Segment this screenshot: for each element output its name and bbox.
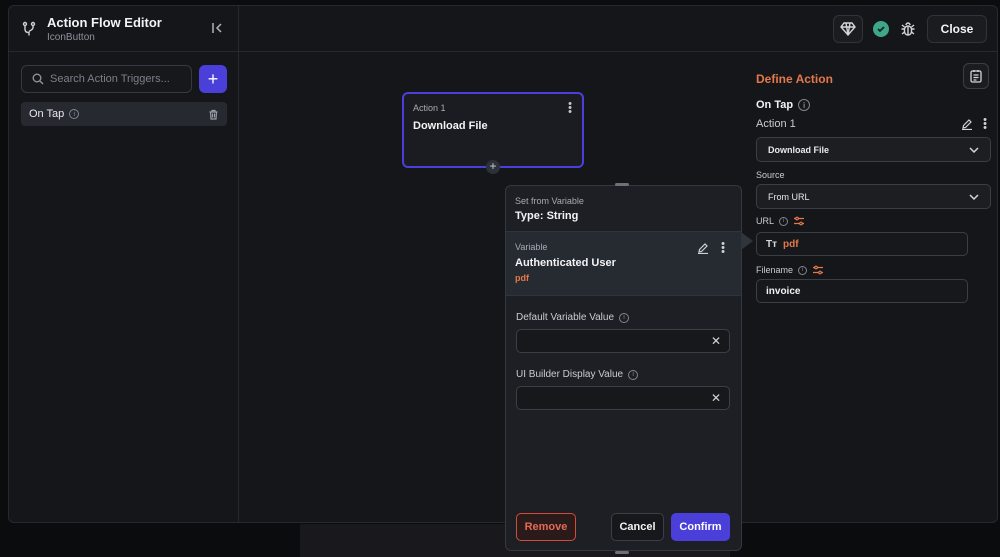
more-vertical-icon[interactable]: • • • (568, 99, 572, 118)
url-value: pdf (783, 238, 799, 250)
info-icon[interactable]: i (798, 265, 808, 275)
url-label: URL (756, 216, 775, 226)
set-from-label: Set from Variable (515, 196, 584, 206)
search-input[interactable] (50, 73, 190, 85)
header-left: Action Flow Editor IconButton (9, 6, 239, 51)
trash-icon[interactable] (208, 109, 219, 120)
ui-builder-label-row: UI Builder Display Value i (516, 369, 639, 380)
sliders-icon[interactable] (793, 216, 805, 226)
panel-drag-handle-bottom[interactable] (615, 551, 629, 554)
node-title: Download File (413, 120, 488, 132)
close-button[interactable]: Close (927, 14, 987, 43)
collapse-sidebar-icon[interactable] (210, 20, 226, 36)
filename-label-row: Filename i (756, 265, 824, 275)
page-title: Action Flow Editor (47, 14, 162, 30)
source-select[interactable]: From URL (756, 184, 991, 209)
info-icon[interactable]: i (779, 216, 789, 226)
document-icon[interactable] (963, 63, 989, 89)
sidebar: + On Tap i (9, 52, 239, 522)
sidebar-item-on-tap[interactable]: On Tap i (21, 102, 227, 126)
variable-section[interactable]: Variable Authenticated User pdf • • • (506, 232, 741, 296)
info-icon[interactable]: i (619, 312, 630, 323)
header: Action Flow Editor IconButton Close (9, 6, 997, 52)
define-action-title: Define Action (756, 72, 833, 86)
cancel-button[interactable]: Cancel (611, 513, 664, 541)
info-icon[interactable]: i (798, 99, 811, 111)
clear-icon[interactable]: ✕ (711, 391, 721, 405)
edit-icon[interactable] (697, 242, 709, 254)
default-value-input[interactable]: ✕ (516, 329, 730, 353)
define-action-panel: Define Action On Tap i Action 1 • • • Down… (748, 52, 997, 522)
confirm-button[interactable]: Confirm (671, 513, 730, 541)
trigger-heading-text: On Tap (756, 99, 794, 111)
action-name: Action 1 (756, 118, 796, 130)
chevron-down-icon (968, 191, 980, 203)
set-from-variable-section[interactable]: Set from Variable Type: String (506, 186, 741, 232)
chevron-down-icon (968, 144, 980, 156)
action-flow-icon (19, 19, 39, 39)
variable-name: Authenticated User (515, 257, 616, 269)
filename-field[interactable]: invoice (756, 279, 968, 303)
trigger-label: On Tap (29, 108, 65, 120)
search-box[interactable] (21, 65, 192, 93)
sliders-icon[interactable] (812, 265, 824, 275)
variable-popover: Set from Variable Type: String Variable … (505, 185, 742, 551)
url-field[interactable]: Tт pdf (756, 232, 968, 256)
search-icon (32, 73, 44, 85)
gem-icon[interactable] (833, 14, 863, 43)
type-label: Type: String (515, 210, 579, 222)
filename-value: invoice (766, 285, 801, 297)
url-label-row: URL i (756, 216, 805, 226)
bug-icon[interactable] (899, 20, 917, 38)
clear-icon[interactable]: ✕ (711, 334, 721, 348)
text-type-icon: Tт (766, 238, 778, 250)
action-flow-editor-window: Action Flow Editor IconButton Close Sear… (8, 5, 998, 523)
ui-builder-value-input[interactable]: ✕ (516, 386, 730, 410)
add-trigger-button[interactable]: + (199, 65, 227, 93)
filename-label: Filename (756, 265, 794, 275)
add-action-plus-icon[interactable]: + (486, 160, 500, 174)
ui-builder-label: UI Builder Display Value (516, 369, 624, 380)
trigger-heading: On Tap i (756, 99, 811, 111)
node-step-label: Action 1 (413, 103, 446, 113)
header-actions: Close (833, 14, 997, 43)
info-icon[interactable]: i (628, 369, 639, 380)
info-icon[interactable]: i (69, 109, 80, 119)
variable-field: pdf (515, 273, 529, 283)
more-vertical-icon[interactable]: • • • (721, 239, 725, 258)
panel-drag-handle-top[interactable] (615, 183, 629, 186)
page-subtitle: IconButton (47, 31, 95, 43)
action-type-value: Download File (768, 144, 830, 155)
action-type-select[interactable]: Download File (756, 137, 991, 162)
default-value-label: Default Variable Value (516, 312, 615, 323)
default-value-label-row: Default Variable Value i (516, 312, 630, 323)
remove-button[interactable]: Remove (516, 513, 576, 541)
more-vertical-icon[interactable]: • • • (983, 115, 987, 134)
check-icon[interactable] (873, 20, 889, 37)
source-label: Source (756, 170, 785, 180)
edit-icon[interactable] (961, 118, 973, 130)
action-node[interactable]: Action 1 Download File • • • (402, 92, 584, 168)
panel-pointer-arrow (741, 232, 753, 250)
source-value: From URL (768, 191, 810, 202)
